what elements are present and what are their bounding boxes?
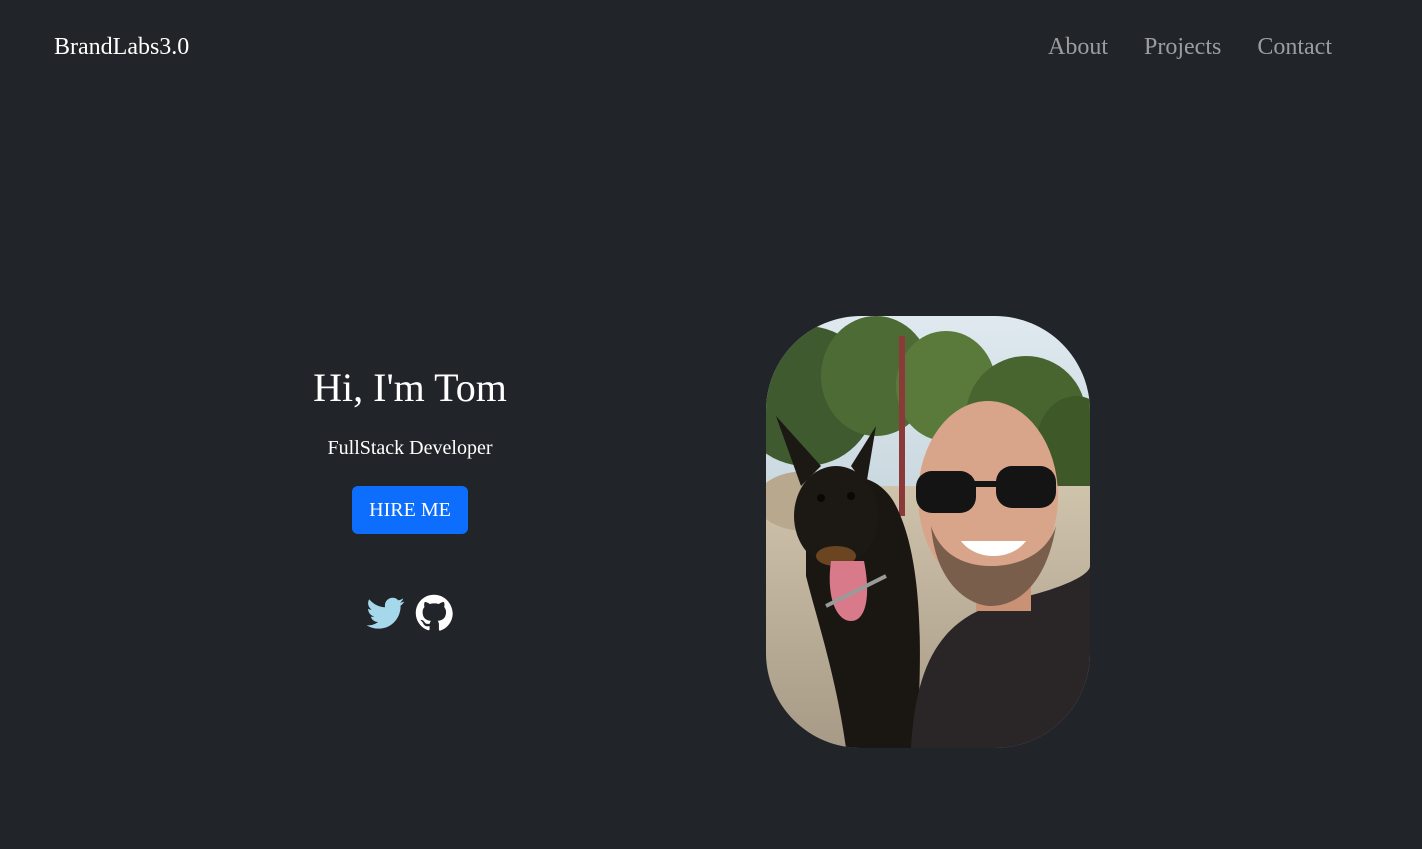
profile-photo-illustration <box>766 316 1090 748</box>
nav-link-contact[interactable]: Contact <box>1257 34 1332 60</box>
hero-intro: Hi, I'm Tom FullStack Developer HIRE ME <box>260 360 560 632</box>
github-icon <box>415 594 453 631</box>
nav-item-about: About <box>1048 32 1108 62</box>
github-link[interactable] <box>415 594 453 632</box>
hero-title: Hi, I'm Tom <box>313 365 507 410</box>
twitter-link[interactable] <box>367 594 405 632</box>
social-links <box>260 594 560 632</box>
hire-me-button[interactable]: HIRE ME <box>352 486 468 534</box>
nav-link-projects[interactable]: Projects <box>1144 34 1221 60</box>
nav-item-projects: Projects <box>1144 32 1221 62</box>
brand-logo-link[interactable]: BrandLabs3.0 <box>54 32 189 62</box>
twitter-icon <box>367 597 405 629</box>
hero-subtitle: FullStack Developer <box>327 437 493 459</box>
navbar: BrandLabs3.0 About Projects Contact <box>0 0 1422 94</box>
nav-links: About Projects Contact <box>1048 32 1332 62</box>
profile-photo <box>766 316 1090 748</box>
nav-item-contact: Contact <box>1257 32 1332 62</box>
nav-link-about[interactable]: About <box>1048 34 1108 60</box>
